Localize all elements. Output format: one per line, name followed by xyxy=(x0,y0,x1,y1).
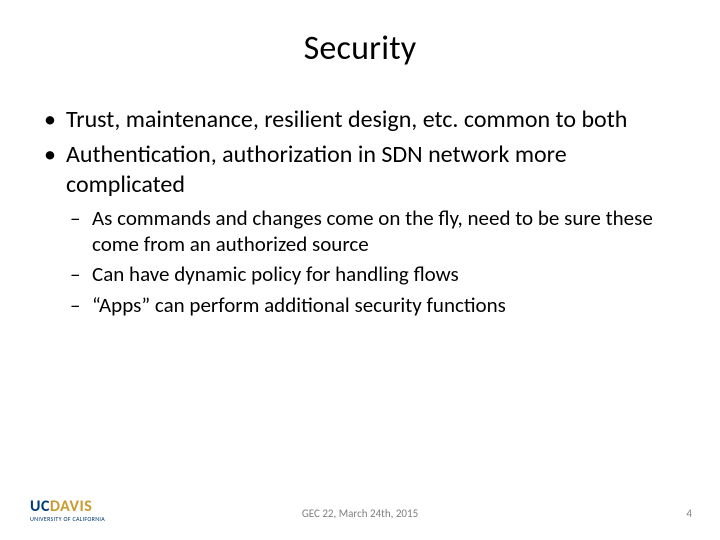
bullet-item: Authentication, authorization in SDN net… xyxy=(40,140,680,318)
bullet-list: Trust, maintenance, resilient design, et… xyxy=(40,105,680,318)
sub-bullet-list: As commands and changes come on the fly,… xyxy=(66,205,680,318)
sub-bullet-item: As commands and changes come on the fly,… xyxy=(66,205,680,258)
sub-bullet-item: Can have dynamic policy for handling flo… xyxy=(66,261,680,287)
sub-bullet-text: As commands and changes come on the fly,… xyxy=(92,205,653,257)
bullet-item: Trust, maintenance, resilient design, et… xyxy=(40,105,680,134)
page-number: 4 xyxy=(686,507,692,520)
footer-center-text: GEC 22, March 24th, 2015 xyxy=(0,507,720,520)
slide-title: Security xyxy=(40,28,680,69)
sub-bullet-text: Can have dynamic policy for handling flo… xyxy=(92,261,459,287)
bullet-text: Trust, maintenance, resilient design, et… xyxy=(66,105,627,134)
bullet-text: Authentication, authorization in SDN net… xyxy=(66,140,567,198)
sub-bullet-item: “Apps” can perform additional security f… xyxy=(66,292,680,318)
slide: Security Trust, maintenance, resilient d… xyxy=(0,0,720,540)
slide-body: Trust, maintenance, resilient design, et… xyxy=(40,105,680,318)
sub-bullet-text: “Apps” can perform additional security f… xyxy=(92,292,506,318)
slide-footer: UCDAVIS UNIVERSITY OF CALIFORNIA GEC 22,… xyxy=(0,498,720,522)
